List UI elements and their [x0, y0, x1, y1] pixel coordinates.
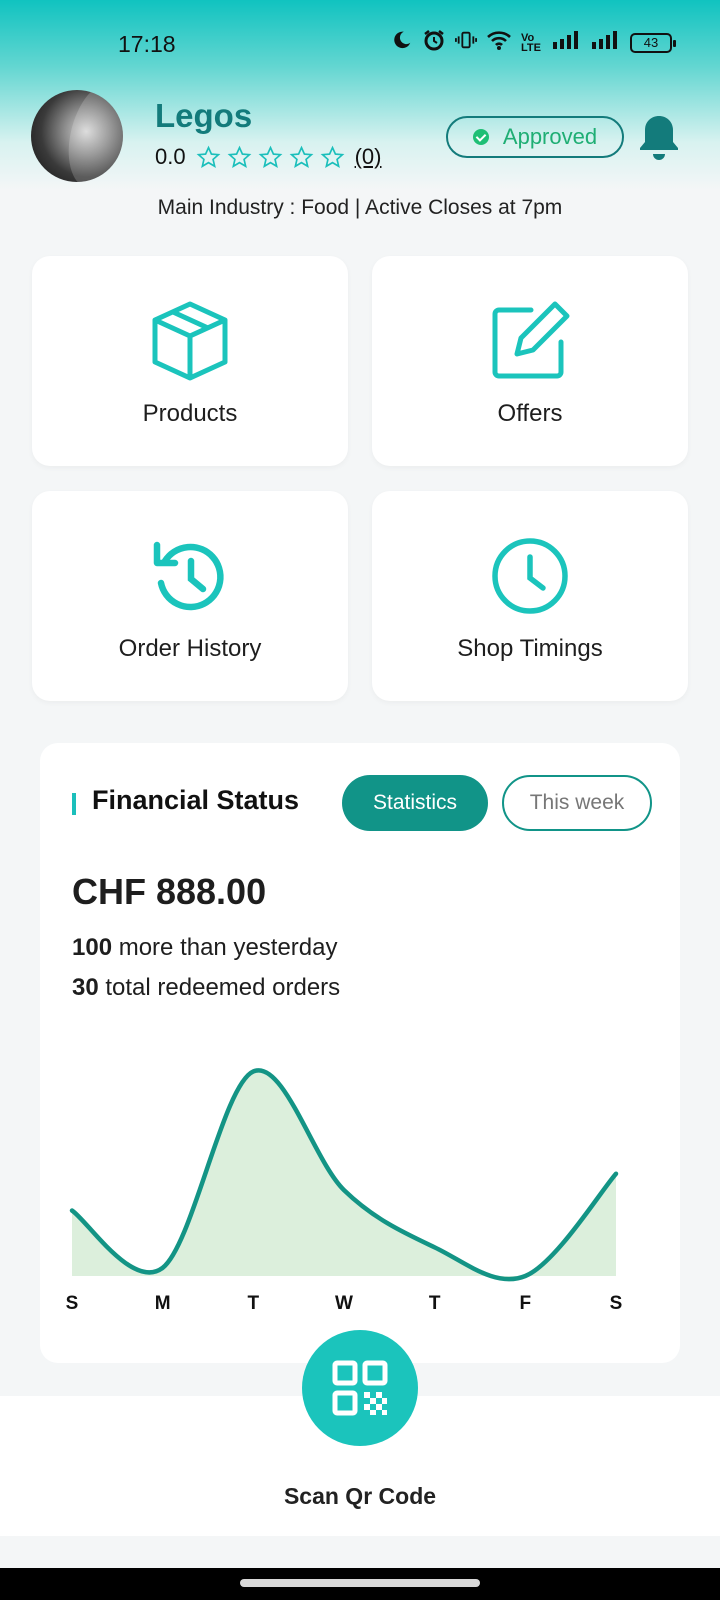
shop-info-line: Main Industry : Food | Active Closes at …: [157, 196, 563, 219]
rating-count-link[interactable]: (0): [355, 144, 382, 170]
statistics-button[interactable]: Statistics: [342, 775, 488, 831]
shop-timings-label: Shop Timings: [457, 635, 603, 662]
status-icons: Vo LTE 43: [391, 28, 676, 57]
star-icon: [320, 145, 344, 168]
x-tick-label: F: [520, 1293, 532, 1314]
order-history-label: Order History: [118, 635, 262, 662]
check-circle-icon: [472, 129, 489, 145]
volte-label: Vo LTE: [521, 31, 541, 54]
stat1-value: 100: [72, 934, 113, 961]
section-accent-bar: [72, 793, 76, 815]
scan-qr-label[interactable]: Scan Qr Code: [0, 1483, 720, 1510]
status-bar: 17:18 Vo LTE 43: [0, 0, 720, 92]
vibrate-icon: [455, 29, 477, 56]
bell-icon[interactable]: [636, 112, 682, 162]
signal-icon-2: [591, 30, 621, 55]
alarm-icon: [422, 28, 446, 57]
x-tick-label: W: [335, 1293, 353, 1314]
wifi-icon: [486, 29, 512, 56]
products-tile[interactable]: Products: [32, 256, 348, 466]
stat-more-than-yesterday: 100 more than yesterday: [72, 934, 338, 962]
weekly-area-chart: SMTWTFS: [66, 1068, 623, 1314]
stat-redeemed-orders: 30 total redeemed orders: [72, 974, 340, 1002]
approved-label: Approved: [502, 124, 598, 149]
x-tick-label: T: [248, 1293, 260, 1314]
approved-badge: Approved: [446, 116, 624, 158]
offers-label: Offers: [497, 400, 563, 427]
edit-icon: [492, 301, 570, 379]
clock-icon: [492, 538, 568, 614]
rating-stars: [196, 145, 345, 170]
x-tick-label: S: [66, 1293, 79, 1314]
star-icon: [227, 145, 251, 168]
rating-value: 0.0: [155, 144, 186, 169]
shop-timings-tile[interactable]: Shop Timings: [372, 491, 688, 701]
period-selector[interactable]: This week: [502, 775, 652, 831]
moon-icon: [391, 29, 413, 56]
total-amount: CHF 888.00: [72, 871, 267, 912]
signal-icon-1: [552, 30, 582, 55]
qr-code-icon: [332, 1360, 388, 1416]
chart-area-fill: [72, 1070, 616, 1280]
stat2-value: 30: [72, 974, 99, 1001]
history-icon: [153, 541, 224, 611]
financial-status-title: Financial Status: [92, 785, 300, 815]
offers-tile[interactable]: Offers: [372, 256, 688, 466]
x-tick-label: M: [155, 1293, 171, 1314]
stat2-text: total redeemed orders: [98, 974, 341, 1001]
order-history-tile[interactable]: Order History: [32, 491, 348, 701]
stat1-text: more than yesterday: [112, 934, 338, 961]
home-indicator[interactable]: [240, 1579, 480, 1587]
scan-qr-button[interactable]: [302, 1330, 418, 1446]
status-time: 17:18: [118, 31, 176, 57]
star-icon: [196, 145, 220, 168]
x-tick-label: T: [429, 1293, 441, 1314]
x-tick-label: S: [610, 1293, 623, 1314]
products-label: Products: [142, 400, 238, 427]
shop-avatar[interactable]: [31, 90, 123, 182]
financial-status-card: Financial Status Statistics This week CH…: [40, 743, 680, 1363]
star-icon: [258, 145, 282, 168]
box-icon: [152, 301, 228, 381]
rating-row: 0.0 (0): [155, 144, 381, 170]
star-icon: [289, 145, 313, 168]
shop-name: Legos: [155, 97, 253, 134]
battery-indicator: 43: [630, 32, 676, 53]
